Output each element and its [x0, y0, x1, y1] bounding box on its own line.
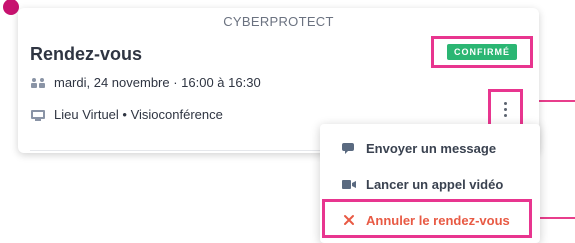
screen-icon — [30, 108, 46, 122]
organization-label: CYBERPROTECT — [223, 14, 334, 29]
status-highlight: CONFIRMÉ — [431, 36, 533, 68]
menu-item-label: Envoyer un message — [366, 140, 497, 156]
menu-item-send-message[interactable]: Envoyer un message — [320, 130, 540, 166]
video-camera-icon — [342, 179, 356, 190]
more-options-button[interactable] — [488, 89, 523, 129]
close-icon — [342, 214, 356, 226]
kebab-dot — [504, 107, 507, 111]
date-text: mardi, 24 novembre · 16:00 à 16:30 — [54, 75, 261, 90]
status-badge: CONFIRMÉ — [447, 44, 517, 60]
card-title: Rendez-vous — [30, 44, 143, 64]
calendar-people-icon — [30, 76, 46, 90]
menu-item-cancel-appointment[interactable]: Annuler le rendez-vous — [320, 202, 540, 238]
menu-item-video-call[interactable]: Lancer un appel vidéo — [320, 166, 540, 202]
chat-icon — [342, 142, 356, 155]
kebab-dot — [504, 101, 507, 105]
date-row: mardi, 24 novembre · 16:00 à 16:30 — [30, 75, 261, 90]
options-menu: Envoyer un message Lancer un appel vidéo… — [320, 124, 540, 243]
kebab-dot — [504, 113, 507, 117]
menu-item-label: Lancer un appel vidéo — [366, 176, 504, 192]
menu-item-label: Annuler le rendez-vous — [366, 212, 510, 228]
location-row: Lieu Virtuel • Visioconférence — [30, 107, 223, 122]
location-text: Lieu Virtuel • Visioconférence — [54, 107, 223, 122]
annotation-dot — [3, 0, 19, 15]
